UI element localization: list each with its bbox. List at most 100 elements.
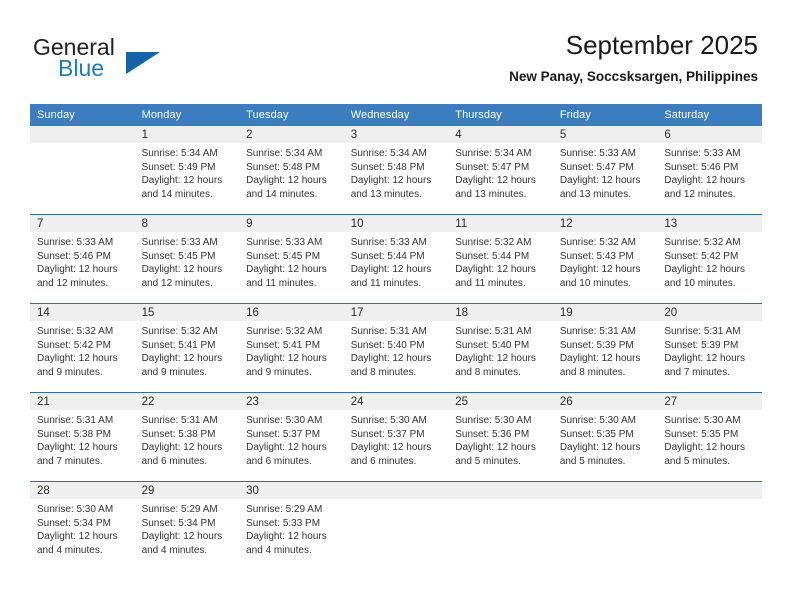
day-number: 30 xyxy=(239,482,344,499)
day-detail-lines xyxy=(30,143,135,147)
daylight-duration-line2: and 12 minutes. xyxy=(141,277,213,289)
weekday-header-monday: Monday xyxy=(134,104,240,126)
calendar-day-cell[interactable]: 10 Sunrise: 5:33 AM Sunset: 5:44 PM Dayligh… xyxy=(343,214,449,304)
sunset-time: Sunset: 5:46 PM xyxy=(37,250,111,262)
day-detail-lines: Sunrise: 5:33 AM Sunset: 5:47 PM Daylight:… xyxy=(553,143,658,201)
calendar-day-cell[interactable]: 18 Sunrise: 5:31 AM Sunset: 5:40 PM Dayligh… xyxy=(448,303,553,393)
day-number: 6 xyxy=(657,126,762,143)
sunrise-time: Sunrise: 5:33 AM xyxy=(559,148,636,159)
calendar-day-cell[interactable]: 5 Sunrise: 5:33 AM Sunset: 5:47 PM Daylight… xyxy=(552,126,658,215)
day-detail-lines: Sunrise: 5:32 AM Sunset: 5:42 PM Daylight:… xyxy=(30,321,135,379)
day-detail-lines: Sunrise: 5:30 AM Sunset: 5:34 PM Daylight:… xyxy=(30,499,135,557)
calendar-day-cell-empty xyxy=(448,481,553,570)
calendar-day-cell[interactable]: 13 Sunrise: 5:32 AM Sunset: 5:42 PM Dayligh… xyxy=(657,214,762,304)
calendar-day-cell[interactable]: 3 Sunrise: 5:34 AM Sunset: 5:48 PM Daylight… xyxy=(343,126,449,215)
day-cell-inner: 12 Sunrise: 5:32 AM Sunset: 5:43 PM Dayligh… xyxy=(552,215,658,303)
sunset-time: Sunset: 5:38 PM xyxy=(141,428,216,440)
calendar-day-cell[interactable]: 6 Sunrise: 5:33 AM Sunset: 5:46 PM Daylight… xyxy=(657,126,762,215)
daylight-duration-line2: and 12 minutes. xyxy=(37,277,109,289)
day-number: 7 xyxy=(30,215,135,232)
day-detail-lines: Sunrise: 5:33 AM Sunset: 5:45 PM Daylight:… xyxy=(239,232,344,290)
day-cell-inner: 27 Sunrise: 5:30 AM Sunset: 5:35 PM Dayligh… xyxy=(657,393,762,481)
day-cell-inner: 26 Sunrise: 5:30 AM Sunset: 5:35 PM Dayligh… xyxy=(552,393,658,481)
calendar-header-row: Sunday Monday Tuesday Wednesday Thursday… xyxy=(30,104,762,126)
day-detail-lines: Sunrise: 5:30 AM Sunset: 5:37 PM Daylight:… xyxy=(344,410,449,468)
sunrise-time: Sunrise: 5:33 AM xyxy=(246,237,323,248)
general-blue-logo[interactable]: General Blue xyxy=(33,34,243,84)
calendar-day-cell[interactable]: 2 Sunrise: 5:34 AM Sunset: 5:48 PM Daylight… xyxy=(239,126,344,215)
sunrise-time: Sunrise: 5:30 AM xyxy=(37,504,114,515)
calendar-day-cell[interactable]: 24 Sunrise: 5:30 AM Sunset: 5:37 PM Dayligh… xyxy=(343,392,449,482)
sunset-time: Sunset: 5:42 PM xyxy=(664,250,739,262)
sunrise-time: Sunrise: 5:30 AM xyxy=(559,415,636,426)
calendar-day-cell[interactable]: 20 Sunrise: 5:31 AM Sunset: 5:39 PM Dayligh… xyxy=(657,303,762,393)
calendar-day-cell[interactable]: 11 Sunrise: 5:32 AM Sunset: 5:44 PM Dayligh… xyxy=(448,214,553,304)
day-detail-lines: Sunrise: 5:29 AM Sunset: 5:33 PM Daylight:… xyxy=(239,499,344,557)
day-cell-inner: 23 Sunrise: 5:30 AM Sunset: 5:37 PM Dayligh… xyxy=(239,393,344,481)
day-number xyxy=(343,482,449,499)
sunset-time: Sunset: 5:37 PM xyxy=(246,428,321,440)
daylight-duration-line1: Daylight: 12 hours xyxy=(455,175,536,187)
day-cell-inner: 5 Sunrise: 5:33 AM Sunset: 5:47 PM Daylight… xyxy=(552,126,658,214)
calendar-day-cell[interactable]: 9 Sunrise: 5:33 AM Sunset: 5:45 PM Daylight… xyxy=(239,214,344,304)
logo-text-blue: Blue xyxy=(58,55,105,81)
sunrise-time: Sunrise: 5:30 AM xyxy=(350,415,427,426)
weekday-header-friday: Friday xyxy=(552,104,658,126)
page-title: September 2025 xyxy=(565,30,758,60)
daylight-duration-line1: Daylight: 12 hours xyxy=(559,175,641,187)
calendar-day-cell[interactable]: 14 Sunrise: 5:32 AM Sunset: 5:42 PM Dayligh… xyxy=(30,303,135,393)
day-number: 4 xyxy=(448,126,553,143)
sunrise-time: Sunrise: 5:34 AM xyxy=(350,148,427,159)
calendar-day-cell[interactable]: 26 Sunrise: 5:30 AM Sunset: 5:35 PM Dayligh… xyxy=(552,392,658,482)
calendar-day-cell[interactable]: 8 Sunrise: 5:33 AM Sunset: 5:45 PM Daylight… xyxy=(134,214,240,304)
day-cell-inner: 16 Sunrise: 5:32 AM Sunset: 5:41 PM Dayligh… xyxy=(239,304,344,392)
calendar-day-cell[interactable]: 4 Sunrise: 5:34 AM Sunset: 5:47 PM Daylight… xyxy=(448,126,553,215)
calendar-day-cell[interactable]: 16 Sunrise: 5:32 AM Sunset: 5:41 PM Dayligh… xyxy=(239,303,344,393)
day-detail-lines: Sunrise: 5:30 AM Sunset: 5:35 PM Daylight:… xyxy=(553,410,658,468)
sunrise-time: Sunrise: 5:31 AM xyxy=(455,326,532,337)
sunset-time: Sunset: 5:33 PM xyxy=(246,517,321,529)
sunset-time: Sunset: 5:44 PM xyxy=(350,250,425,262)
calendar-day-cell[interactable]: 21 Sunrise: 5:31 AM Sunset: 5:38 PM Dayligh… xyxy=(30,392,135,482)
day-detail-lines: Sunrise: 5:30 AM Sunset: 5:35 PM Daylight:… xyxy=(657,410,762,468)
calendar-day-cell[interactable]: 27 Sunrise: 5:30 AM Sunset: 5:35 PM Dayligh… xyxy=(657,392,762,482)
calendar-day-cell[interactable]: 23 Sunrise: 5:30 AM Sunset: 5:37 PM Dayligh… xyxy=(239,392,344,482)
calendar-day-cell[interactable]: 15 Sunrise: 5:32 AM Sunset: 5:41 PM Dayligh… xyxy=(134,303,240,393)
day-cell-inner xyxy=(30,126,135,214)
daylight-duration-line1: Daylight: 12 hours xyxy=(141,175,223,187)
daylight-duration-line2: and 11 minutes. xyxy=(246,277,317,289)
daylight-duration-line2: and 9 minutes. xyxy=(246,366,312,378)
calendar-day-cell[interactable]: 1 Sunrise: 5:34 AM Sunset: 5:49 PM Daylight… xyxy=(134,126,240,215)
day-cell-inner: 19 Sunrise: 5:31 AM Sunset: 5:39 PM Dayligh… xyxy=(552,304,658,392)
daylight-duration-line1: Daylight: 12 hours xyxy=(246,353,327,365)
calendar-day-cell[interactable]: 22 Sunrise: 5:31 AM Sunset: 5:38 PM Dayligh… xyxy=(134,392,240,482)
daylight-duration-line1: Daylight: 12 hours xyxy=(37,531,118,543)
sunrise-time: Sunrise: 5:31 AM xyxy=(141,415,218,426)
daylight-duration-line2: and 4 minutes. xyxy=(141,544,208,556)
daylight-duration-line1: Daylight: 12 hours xyxy=(37,264,118,276)
daylight-duration-line2: and 8 minutes. xyxy=(455,366,521,378)
daylight-duration-line2: and 9 minutes. xyxy=(141,366,208,378)
daylight-duration-line2: and 8 minutes. xyxy=(559,366,626,378)
calendar-day-cell[interactable]: 17 Sunrise: 5:31 AM Sunset: 5:40 PM Dayligh… xyxy=(343,303,449,393)
day-number: 5 xyxy=(552,126,658,143)
calendar-day-cell[interactable]: 19 Sunrise: 5:31 AM Sunset: 5:39 PM Dayligh… xyxy=(552,303,658,393)
calendar-day-cell[interactable]: 7 Sunrise: 5:33 AM Sunset: 5:46 PM Daylight… xyxy=(30,214,135,304)
calendar-day-cell[interactable]: 30 Sunrise: 5:29 AM Sunset: 5:33 PM Dayligh… xyxy=(239,481,344,570)
day-detail-lines: Sunrise: 5:30 AM Sunset: 5:37 PM Daylight:… xyxy=(239,410,344,468)
day-detail-lines: Sunrise: 5:32 AM Sunset: 5:42 PM Daylight:… xyxy=(657,232,762,290)
day-detail-lines: Sunrise: 5:33 AM Sunset: 5:44 PM Daylight:… xyxy=(344,232,449,290)
calendar-day-cell[interactable]: 29 Sunrise: 5:29 AM Sunset: 5:34 PM Dayligh… xyxy=(134,481,240,570)
day-detail-lines: Sunrise: 5:32 AM Sunset: 5:41 PM Daylight:… xyxy=(239,321,344,379)
calendar-day-cell[interactable]: 28 Sunrise: 5:30 AM Sunset: 5:34 PM Dayligh… xyxy=(30,481,135,570)
daylight-duration-line1: Daylight: 12 hours xyxy=(141,531,223,543)
calendar-day-cell[interactable]: 12 Sunrise: 5:32 AM Sunset: 5:43 PM Dayligh… xyxy=(552,214,658,304)
daylight-duration-line1: Daylight: 12 hours xyxy=(350,175,432,187)
sunset-time: Sunset: 5:35 PM xyxy=(559,428,634,440)
day-cell-inner: 30 Sunrise: 5:29 AM Sunset: 5:33 PM Dayligh… xyxy=(239,482,344,570)
day-detail-lines: Sunrise: 5:34 AM Sunset: 5:48 PM Daylight:… xyxy=(239,143,344,201)
sunrise-time: Sunrise: 5:34 AM xyxy=(246,148,323,159)
day-number: 17 xyxy=(343,304,449,321)
day-cell-inner: 11 Sunrise: 5:32 AM Sunset: 5:44 PM Dayligh… xyxy=(448,215,553,303)
calendar-day-cell[interactable]: 25 Sunrise: 5:30 AM Sunset: 5:36 PM Dayligh… xyxy=(448,392,553,482)
